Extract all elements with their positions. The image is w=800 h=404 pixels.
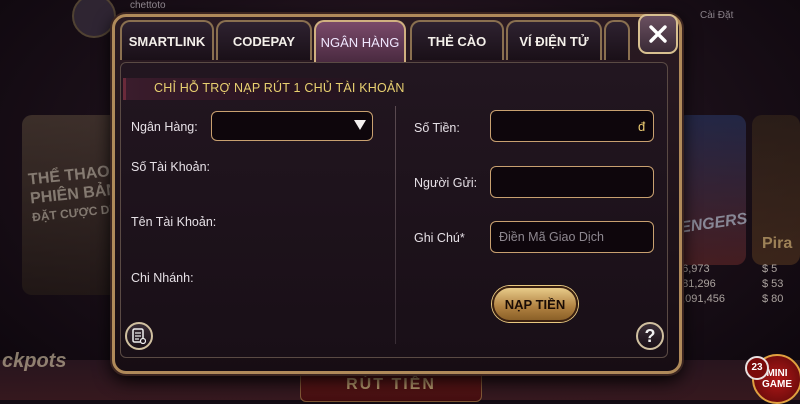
currency-symbol: đ xyxy=(638,119,646,134)
branch-label: Chi Nhánh: xyxy=(131,271,194,285)
amount-label: Số Tiền: xyxy=(414,121,460,135)
mini-game-badge: 23 xyxy=(745,356,769,380)
lobby-username: chettoto xyxy=(130,0,166,11)
bank-deposit-panel xyxy=(120,62,668,358)
sender-label: Người Gửi: xyxy=(414,176,478,190)
sender-input[interactable] xyxy=(490,166,654,198)
bank-select[interactable] xyxy=(211,111,373,141)
note-input[interactable] xyxy=(490,221,654,253)
help-icon: ? xyxy=(644,325,656,346)
tab-e-wallet[interactable]: VÍ ĐIỆN TỬ xyxy=(506,20,602,60)
lobby-game-card-avengers xyxy=(676,115,746,265)
transaction-history-button[interactable] xyxy=(125,322,153,350)
deposit-method-tabs: SMARTLINK CODEPAY NGÂN HÀNG THẺ CÀO VÍ Đ… xyxy=(116,20,636,62)
column-divider xyxy=(395,106,396,344)
tab-smartlink[interactable]: SMARTLINK xyxy=(120,20,214,60)
notice-text: CHỈ HỖ TRỢ NẠP RÚT 1 CHỦ TÀI KHOẢN xyxy=(154,81,405,95)
lobby-game-card-pirates-title: Pira xyxy=(762,235,793,252)
mini-game-label-2: GAME xyxy=(762,379,792,390)
transaction-history-icon xyxy=(132,328,146,344)
close-button[interactable] xyxy=(638,14,678,54)
dropdown-caret-icon xyxy=(354,120,366,130)
amount-input[interactable] xyxy=(490,110,654,142)
tab-more[interactable] xyxy=(604,20,630,60)
account-number-label: Số Tài Khoản: xyxy=(131,160,210,174)
notice-banner: CHỈ HỖ TRỢ NẠP RÚT 1 CHỦ TÀI KHOẢN xyxy=(123,78,404,100)
lobby-jackpot-stats-2: $ 5 $ 53 $ 80 xyxy=(762,263,784,305)
deposit-submit-button[interactable]: NẠP TIỀN xyxy=(492,286,578,322)
tab-codepay[interactable]: CODEPAY xyxy=(216,20,312,60)
help-button[interactable]: ? xyxy=(636,322,664,350)
lobby-settings-label: Cài Đặt xyxy=(700,10,734,21)
lobby-jackpot-stats: 86,973 881,296 2,091,456 xyxy=(676,263,725,305)
bank-label: Ngân Hàng: xyxy=(131,120,198,134)
mini-game-label-1: MINI xyxy=(766,368,788,379)
tab-bank[interactable]: NGÂN HÀNG xyxy=(314,20,406,62)
tab-scratch-card[interactable]: THẺ CÀO xyxy=(410,20,504,60)
lobby-jackpots-label: ckpots xyxy=(2,350,67,372)
close-icon xyxy=(649,25,667,43)
account-name-label: Tên Tài Khoản: xyxy=(131,215,217,229)
note-label: Ghi Chú* xyxy=(414,231,465,245)
